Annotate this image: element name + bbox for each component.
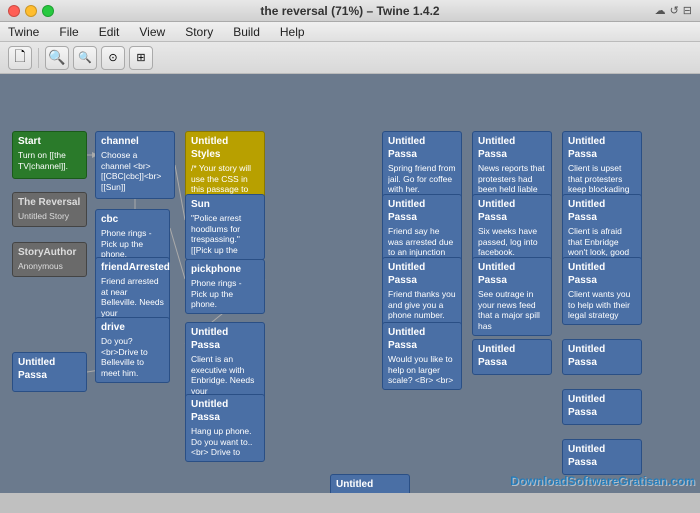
passage-storyauthor[interactable]: StoryAuthor Anonymous: [12, 242, 87, 277]
menu-edit[interactable]: Edit: [95, 25, 124, 39]
passage-untitled9[interactable]: Untitled PassaClient wants you to help w…: [562, 257, 642, 325]
passage-title-pickphone: pickphone: [191, 263, 259, 276]
passage-body-untitled4: Friend say he was arrested due to an inj…: [388, 226, 456, 258]
passage-title-the-reversal: The Reversal: [18, 196, 81, 209]
passage-body-friendarrested: Friend arrested at near Belleville. Need…: [101, 276, 164, 319]
toolbar: 🗋 🔍 🔍 ⊙ ⊞: [0, 42, 700, 74]
passage-title-untitled5: Untitled Passa: [478, 198, 546, 224]
passage-the-reversal[interactable]: The Reversal Untitled Story: [12, 192, 87, 227]
passage-untitled5[interactable]: Untitled PassaSix weeks have passed, log…: [472, 194, 552, 262]
passage-title-untitled13: Untitled Passa: [568, 343, 636, 369]
passage-title-untitled10: Untitled Passa: [191, 326, 259, 352]
passage-title-untitled2: Untitled Passa: [478, 135, 546, 161]
traffic-lights: [8, 5, 54, 17]
passage-friendarrested[interactable]: friendArrested Friend arrested at near Be…: [95, 257, 170, 323]
passage-body-pickphone: Phone rings - Pick up the phone.: [191, 278, 259, 310]
passage-body-untitled9: Client wants you to help with their lega…: [568, 289, 636, 321]
menu-bar: Twine File Edit View Story Build Help: [0, 22, 700, 42]
passage-body-untitled-styles: /* Your story will use the CSS in this p…: [191, 163, 259, 195]
passage-untitled13[interactable]: Untitled Passa: [562, 339, 642, 375]
passage-title-untitled8: Untitled Passa: [478, 261, 546, 287]
passage-title-storyauthor: StoryAuthor: [18, 246, 81, 259]
canvas-area[interactable]: Start Turn on [[the TV|channel]]. channel C…: [0, 74, 700, 493]
menu-story[interactable]: Story: [181, 25, 217, 39]
passage-untitled14[interactable]: Untitled PassaHang up phone. Do you want…: [185, 394, 265, 462]
new-story-button[interactable]: 🗋: [8, 46, 32, 70]
window-title: the reversal (71%) – Twine 1.4.2: [260, 4, 439, 18]
passage-body-untitled10: Client is an executive with Enbridge. Ne…: [191, 354, 259, 397]
passage-body-untitled3: Client is upset that protesters keep blo…: [568, 163, 636, 195]
passage-title-channel: channel: [101, 135, 169, 148]
passage-untitled10[interactable]: Untitled PassaClient is an executive wit…: [185, 322, 265, 401]
maximize-button[interactable]: [42, 5, 54, 17]
passage-title-untitled15: Untitled Passa: [568, 393, 636, 419]
passage-drive[interactable]: drive Do you? <br>Drive to Belleville to …: [95, 317, 170, 383]
zoom-reset-button[interactable]: ⊙: [101, 46, 125, 70]
watermark: DownloadSoftwareGratisan.com: [510, 474, 695, 488]
passage-title-game-over: Untitled Passa: [336, 478, 404, 493]
passage-title-untitled9: Untitled Passa: [568, 261, 636, 287]
passage-body-untitled14: Hang up phone. Do you want to.. <br> Dri…: [191, 426, 259, 458]
menu-view[interactable]: View: [135, 25, 169, 39]
passage-untitled15[interactable]: Untitled Passa: [562, 389, 642, 425]
passage-untitled3[interactable]: Untitled PassaClient is upset that prote…: [562, 131, 642, 199]
title-bar-right: ☁ ↺ ⊟: [655, 4, 692, 17]
passage-title-untitled11: Untitled Passa: [388, 326, 456, 352]
menu-file[interactable]: File: [55, 25, 82, 39]
passage-title-cbc: cbc: [101, 213, 164, 226]
passage-title-untitled16: Untitled Passa: [568, 443, 636, 469]
toolbar-separator: [38, 48, 39, 68]
passage-title-drive: drive: [101, 321, 164, 334]
passage-untitled11[interactable]: Untitled PassaWould you like to help on …: [382, 322, 462, 390]
passage-body-drive: Do you? <br>Drive to Belleville to meet …: [101, 336, 164, 379]
passage-untitled-passa-low[interactable]: Untitled Passa: [12, 352, 87, 392]
passage-title-untitled12: Untitled Passa: [478, 343, 546, 369]
passage-untitled12[interactable]: Untitled Passa: [472, 339, 552, 375]
passage-title-untitled4: Untitled Passa: [388, 198, 456, 224]
passage-start[interactable]: Start Turn on [[the TV|channel]].: [12, 131, 87, 179]
passage-title-untitled1: Untitled Passa: [388, 135, 456, 161]
menu-build[interactable]: Build: [229, 25, 264, 39]
close-button[interactable]: [8, 5, 20, 17]
passage-title-untitled7: Untitled Passa: [388, 261, 456, 287]
passage-title-untitled14: Untitled Passa: [191, 398, 259, 424]
passage-title-untitled-passa-low: Untitled Passa: [18, 356, 81, 382]
passage-title-untitled3: Untitled Passa: [568, 135, 636, 161]
passage-body-untitled1: Spring friend from jail. Go for coffee w…: [388, 163, 456, 195]
passage-body-sun: "Police arrest hoodlums for trespassing.…: [191, 213, 259, 256]
zoom-fit-button[interactable]: ⊞: [129, 46, 153, 70]
passage-untitled8[interactable]: Untitled PassaSee outrage in your news f…: [472, 257, 552, 336]
zoom-out-button[interactable]: 🔍: [73, 46, 97, 70]
zoom-in-button[interactable]: 🔍: [45, 46, 69, 70]
passage-body-start: Turn on [[the TV|channel]].: [18, 150, 81, 171]
title-bar: the reversal (71%) – Twine 1.4.2 ☁ ↺ ⊟: [0, 0, 700, 22]
passage-untitled-styles[interactable]: Untitled Styles/* Your story will use th…: [185, 131, 265, 199]
passage-body-channel: Choose a channel <br>[[CBC|cbc]]<br>[[Su…: [101, 150, 169, 193]
minimize-button[interactable]: [25, 5, 37, 17]
passage-title-friendarrested: friendArrested: [101, 261, 164, 274]
passage-untitled4[interactable]: Untitled PassaFriend say he was arrested…: [382, 194, 462, 262]
passage-untitled16[interactable]: Untitled Passa: [562, 439, 642, 475]
passage-body-the-reversal: Untitled Story: [18, 211, 81, 222]
menu-help[interactable]: Help: [276, 25, 309, 39]
passage-body-untitled8: See outrage in your news feed that a maj…: [478, 289, 546, 332]
passage-untitled1[interactable]: Untitled PassaSpring friend from jail. G…: [382, 131, 462, 199]
passage-channel[interactable]: channel Choose a channel <br>[[CBC|cbc]]<…: [95, 131, 175, 199]
passage-sun[interactable]: Sun "Police arrest hoodlums for trespassi…: [185, 194, 265, 260]
passage-game-over[interactable]: Untitled PassaGame over.: [330, 474, 410, 493]
passage-body-untitled5: Six weeks have passed, log into facebook…: [478, 226, 546, 258]
passage-body-untitled11: Would you like to help on larger scale? …: [388, 354, 456, 386]
menu-twine[interactable]: Twine: [4, 25, 43, 39]
passage-body-cbc: Phone rings - Pick up the phone.: [101, 228, 164, 260]
passage-title-start: Start: [18, 135, 81, 148]
passage-pickphone[interactable]: pickphone Phone rings - Pick up the phone…: [185, 259, 265, 314]
passage-title-untitled6: Untitled Passa: [568, 198, 636, 224]
passage-body-storyauthor: Anonymous: [18, 261, 81, 272]
passage-cbc[interactable]: cbc Phone rings - Pick up the phone.: [95, 209, 170, 264]
passage-title-sun: Sun: [191, 198, 259, 211]
passage-title-untitled-styles: Untitled Styles: [191, 135, 259, 161]
